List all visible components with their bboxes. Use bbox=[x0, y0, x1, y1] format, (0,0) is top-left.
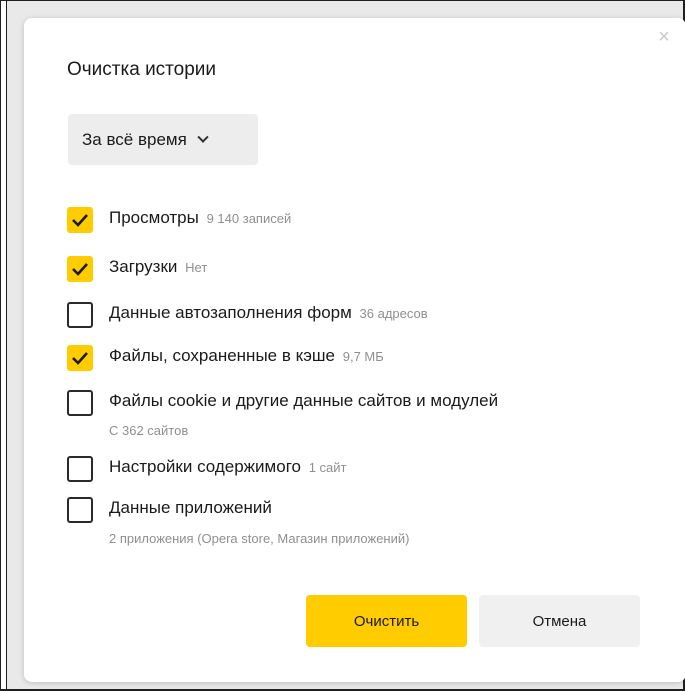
option-meta: 1 сайт bbox=[308, 460, 347, 475]
browsing-label: Просмотры 9 140 записей bbox=[109, 208, 291, 228]
option-label: Загрузки bbox=[109, 257, 178, 276]
option-sub: С 362 сайтов bbox=[109, 423, 189, 438]
check-icon bbox=[72, 263, 88, 276]
close-icon[interactable]: × bbox=[656, 27, 672, 47]
clear-button[interactable]: Очистить bbox=[306, 595, 467, 647]
option-label: Файлы cookie и другие данные сайтов и мо… bbox=[109, 391, 499, 410]
option-meta: 9 140 записей bbox=[206, 211, 292, 226]
option-meta: 36 адресов bbox=[359, 306, 428, 321]
window-border-top bbox=[0, 0, 685, 1]
app-data-checkbox[interactable] bbox=[67, 497, 93, 523]
option-meta: 9,7 МБ bbox=[342, 349, 384, 364]
autofill-label: Данные автозаполнения форм 36 адресов bbox=[109, 303, 428, 323]
period-dropdown[interactable]: За всё время bbox=[68, 114, 258, 165]
window-border-left-inner bbox=[6, 0, 7, 691]
check-icon bbox=[72, 352, 88, 365]
option-meta: Нет bbox=[185, 260, 208, 275]
option-sub: 2 приложения (Opera store, Магазин прило… bbox=[109, 531, 410, 546]
app-data-label: Данные приложений bbox=[109, 498, 272, 518]
dialog-title: Очистка истории bbox=[67, 59, 217, 80]
window-border-left bbox=[0, 0, 1, 691]
option-label: Настройки содержимого bbox=[109, 457, 301, 476]
cookies-checkbox[interactable] bbox=[67, 390, 93, 416]
option-label: Файлы, сохраненные в кэше bbox=[109, 346, 335, 365]
cache-label: Файлы, сохраненные в кэше 9,7 МБ bbox=[109, 346, 384, 366]
autofill-checkbox[interactable] bbox=[67, 302, 93, 328]
content-settings-checkbox[interactable] bbox=[67, 456, 93, 482]
cookies-label: Файлы cookie и другие данные сайтов и мо… bbox=[109, 391, 498, 411]
check-icon bbox=[72, 214, 88, 227]
chevron-down-icon bbox=[197, 131, 209, 143]
downloads-checkbox[interactable] bbox=[67, 256, 93, 282]
option-label: Просмотры bbox=[109, 208, 199, 227]
option-label: Данные автозаполнения форм bbox=[109, 303, 352, 322]
content-settings-label: Настройки содержимого 1 сайт bbox=[109, 457, 347, 477]
browsing-checkbox[interactable] bbox=[67, 207, 93, 233]
cache-checkbox[interactable] bbox=[67, 345, 93, 371]
cancel-button[interactable]: Отмена bbox=[479, 595, 640, 647]
option-label: Данные приложений bbox=[109, 498, 272, 517]
downloads-label: Загрузки Нет bbox=[109, 257, 207, 277]
period-selected-value: За всё время bbox=[82, 129, 187, 149]
